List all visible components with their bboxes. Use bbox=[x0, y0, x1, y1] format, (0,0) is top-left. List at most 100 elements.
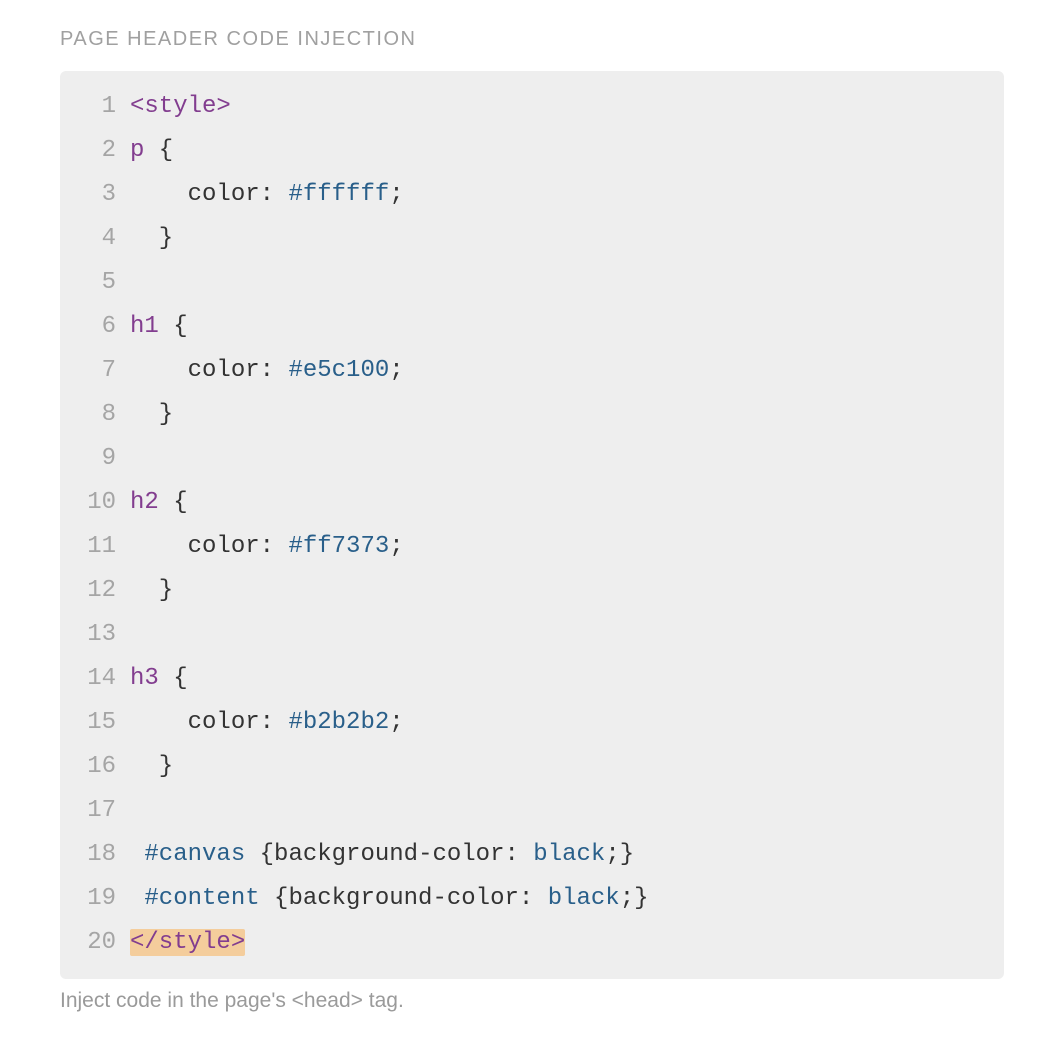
line-number: 8 bbox=[60, 393, 130, 437]
line-number: 9 bbox=[60, 437, 130, 481]
line-number: 11 bbox=[60, 525, 130, 569]
code-line[interactable]: 7 color: #e5c100; bbox=[60, 349, 1004, 393]
code-token: #ff7373 bbox=[288, 533, 389, 560]
code-line[interactable]: 14h3 { bbox=[60, 657, 1004, 701]
line-number: 20 bbox=[60, 921, 130, 965]
line-number: 16 bbox=[60, 745, 130, 789]
code-token: black bbox=[548, 885, 620, 912]
code-token: { bbox=[260, 885, 289, 912]
code-line[interactable]: 11 color: #ff7373; bbox=[60, 525, 1004, 569]
line-number: 6 bbox=[60, 305, 130, 349]
code-token: ; bbox=[389, 709, 403, 736]
code-editor[interactable]: 1<style>2p {3 color: #ffffff;4 }56h1 {7 … bbox=[60, 71, 1004, 979]
code-content[interactable]: color: #ff7373; bbox=[130, 525, 1004, 569]
code-line[interactable]: 8 } bbox=[60, 393, 1004, 437]
code-content[interactable]: } bbox=[130, 393, 1004, 437]
line-number: 13 bbox=[60, 613, 130, 657]
code-token: #e5c100 bbox=[288, 357, 389, 384]
code-token: : bbox=[519, 885, 548, 912]
code-token: : bbox=[260, 181, 289, 208]
code-token: : bbox=[504, 841, 533, 868]
code-content[interactable]: h2 { bbox=[130, 481, 1004, 525]
code-line[interactable]: 19 #content {background-color: black;} bbox=[60, 877, 1004, 921]
code-line[interactable]: 6h1 { bbox=[60, 305, 1004, 349]
code-token: } bbox=[130, 401, 173, 428]
code-line[interactable]: 20</style> bbox=[60, 921, 1004, 965]
line-number: 5 bbox=[60, 261, 130, 305]
code-line[interactable]: 5 bbox=[60, 261, 1004, 305]
code-token: ;} bbox=[605, 841, 634, 868]
code-line[interactable]: 2p { bbox=[60, 129, 1004, 173]
code-token bbox=[130, 885, 144, 912]
code-token bbox=[130, 357, 188, 384]
line-number: 4 bbox=[60, 217, 130, 261]
code-token: : bbox=[260, 533, 289, 560]
help-text: Inject code in the page's <head> tag. bbox=[60, 989, 1004, 1013]
code-content[interactable]: h1 { bbox=[130, 305, 1004, 349]
code-token: h1 bbox=[130, 313, 159, 340]
code-token: { bbox=[159, 665, 188, 692]
code-token bbox=[130, 181, 188, 208]
code-content[interactable]: } bbox=[130, 569, 1004, 613]
line-number: 1 bbox=[60, 85, 130, 129]
code-token: ; bbox=[389, 181, 403, 208]
line-number: 17 bbox=[60, 789, 130, 833]
line-number: 18 bbox=[60, 833, 130, 877]
code-token: ;} bbox=[620, 885, 649, 912]
code-token bbox=[130, 841, 144, 868]
line-number: 14 bbox=[60, 657, 130, 701]
code-line[interactable]: 17 bbox=[60, 789, 1004, 833]
code-line[interactable]: 4 } bbox=[60, 217, 1004, 261]
line-number: 10 bbox=[60, 481, 130, 525]
line-number: 7 bbox=[60, 349, 130, 393]
code-content[interactable]: } bbox=[130, 745, 1004, 789]
code-line[interactable]: 10h2 { bbox=[60, 481, 1004, 525]
code-content[interactable]: h3 { bbox=[130, 657, 1004, 701]
code-content[interactable]: color: #e5c100; bbox=[130, 349, 1004, 393]
code-token: color bbox=[188, 181, 260, 208]
code-line[interactable]: 9 bbox=[60, 437, 1004, 481]
code-token: : bbox=[260, 357, 289, 384]
line-number: 12 bbox=[60, 569, 130, 613]
code-token: } bbox=[130, 225, 173, 252]
line-number: 3 bbox=[60, 173, 130, 217]
code-line[interactable]: 12 } bbox=[60, 569, 1004, 613]
code-token: #b2b2b2 bbox=[288, 709, 389, 736]
code-token bbox=[130, 533, 188, 560]
section-label: PAGE HEADER CODE INJECTION bbox=[60, 28, 1004, 51]
code-content[interactable]: color: #ffffff; bbox=[130, 173, 1004, 217]
code-token: ; bbox=[389, 357, 403, 384]
code-line[interactable]: 13 bbox=[60, 613, 1004, 657]
code-token: #canvas bbox=[144, 841, 245, 868]
code-content[interactable]: #canvas {background-color: black;} bbox=[130, 833, 1004, 877]
code-token: h2 bbox=[130, 489, 159, 516]
code-token: background-color bbox=[288, 885, 518, 912]
code-line[interactable]: 3 color: #ffffff; bbox=[60, 173, 1004, 217]
code-token: color bbox=[188, 533, 260, 560]
code-token: p bbox=[130, 137, 144, 164]
code-token: color bbox=[188, 357, 260, 384]
code-line[interactable]: 16 } bbox=[60, 745, 1004, 789]
code-token: ; bbox=[389, 533, 403, 560]
code-token bbox=[130, 709, 188, 736]
line-number: 2 bbox=[60, 129, 130, 173]
code-token: black bbox=[533, 841, 605, 868]
code-content[interactable]: p { bbox=[130, 129, 1004, 173]
code-content[interactable]: color: #b2b2b2; bbox=[130, 701, 1004, 745]
code-token: } bbox=[130, 577, 173, 604]
code-token: background-color bbox=[274, 841, 504, 868]
code-content[interactable]: #content {background-color: black;} bbox=[130, 877, 1004, 921]
line-number: 15 bbox=[60, 701, 130, 745]
code-token: { bbox=[144, 137, 173, 164]
code-line[interactable]: 1<style> bbox=[60, 85, 1004, 129]
code-token: color bbox=[188, 709, 260, 736]
code-line[interactable]: 15 color: #b2b2b2; bbox=[60, 701, 1004, 745]
code-content[interactable]: </style> bbox=[130, 921, 1004, 965]
code-content[interactable]: <style> bbox=[130, 85, 1004, 129]
code-token: : bbox=[260, 709, 289, 736]
code-line[interactable]: 18 #canvas {background-color: black;} bbox=[60, 833, 1004, 877]
code-content[interactable]: } bbox=[130, 217, 1004, 261]
code-token: #ffffff bbox=[288, 181, 389, 208]
line-number: 19 bbox=[60, 877, 130, 921]
code-token: #content bbox=[144, 885, 259, 912]
